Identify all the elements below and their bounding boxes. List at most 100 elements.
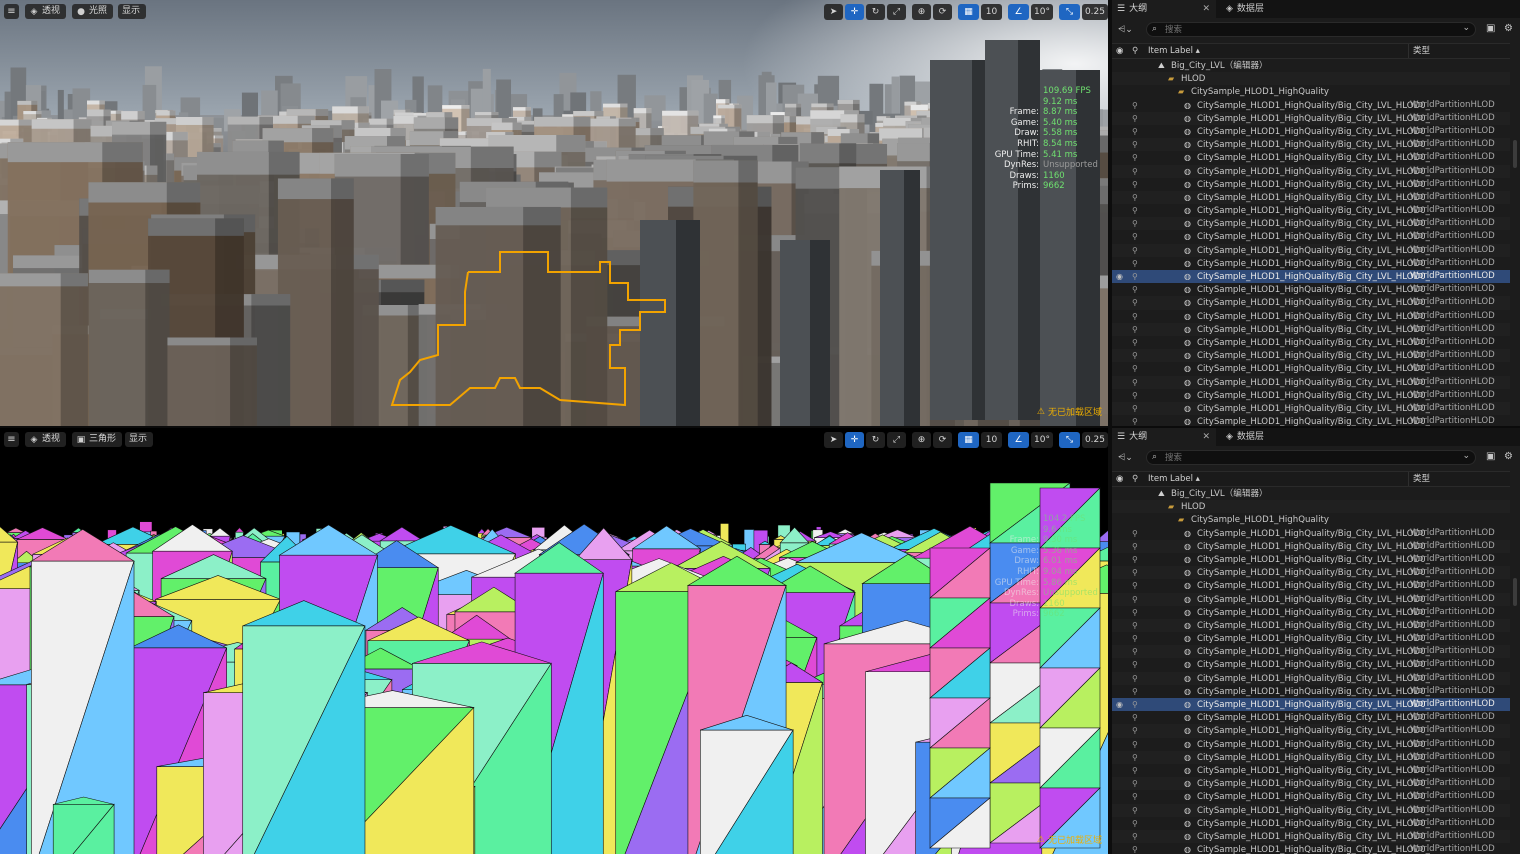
rotate-snap-toggle[interactable]: ∠ <box>1008 432 1029 448</box>
pin-icon[interactable]: ⚲ <box>1132 165 1138 178</box>
surface-snap-button[interactable]: ⟳ <box>933 4 952 20</box>
pin-icon[interactable]: ⚲ <box>1132 738 1138 751</box>
hlod-item-row[interactable]: ⚲ ◍ CitySample_HLOD1_HighQuality/Big_City_… <box>1112 283 1510 296</box>
hlod-item-row[interactable]: ⚲ ◍ CitySample_HLOD1_HighQuality/Big_City_… <box>1112 777 1510 791</box>
show-button[interactable]: 显示 <box>118 4 147 19</box>
search-input[interactable] <box>1165 451 1445 464</box>
pin-icon[interactable]: ⚲ <box>1132 540 1138 553</box>
grid-snap-value[interactable]: 10 <box>981 4 1002 20</box>
chevron-down-icon[interactable]: ⌄ <box>1462 23 1470 33</box>
eye-icon[interactable]: ◉ <box>1116 698 1123 711</box>
grid-snap-toggle[interactable]: ▦ <box>958 4 979 20</box>
pin-icon[interactable]: ⚲ <box>1132 257 1138 270</box>
hlod-item-row[interactable]: ⚲ ◍ CitySample_HLOD1_HighQuality/Big_City_… <box>1112 829 1510 844</box>
hlod-item-row[interactable]: ⚲ ◍ CitySample_HLOD1_HighQuality/Big_City_… <box>1112 592 1510 606</box>
hlod-item-row[interactable]: ⚲ ◍ CitySample_HLOD1_HighQuality/Big_City_… <box>1112 204 1510 217</box>
visibility-column-icon[interactable]: ◉ <box>1116 472 1123 486</box>
show-button[interactable]: 显示 <box>125 432 154 447</box>
tab-outliner[interactable]: ☰ 大纲 ✕ <box>1112 0 1216 18</box>
outliner-search[interactable]: ⌕ ⌄ <box>1146 22 1476 37</box>
pin-icon[interactable]: ⚲ <box>1132 125 1138 138</box>
tab-outliner[interactable]: ☰ 大纲 ✕ <box>1112 428 1216 446</box>
hlod-item-row[interactable]: ⚲ ◍ CitySample_HLOD1_HighQuality/Big_City_… <box>1112 322 1510 336</box>
pin-icon[interactable]: ⚲ <box>1132 777 1138 790</box>
hlod-item-row[interactable]: ⚲ ◍ CitySample_HLOD1_HighQuality/Big_City_… <box>1112 389 1510 402</box>
pin-icon[interactable]: ⚲ <box>1132 685 1138 698</box>
viewport-triangles[interactable]: ≡ ◈ 透视 ▣ 三角形 显示 ➤ ✛ ↻ ⤢ ⊕ ⟳ ▦ 10 ∠ 10° ⤡ 0… <box>0 428 1108 854</box>
perspective-button[interactable]: ◈ 透视 <box>25 432 67 447</box>
surface-snap-button[interactable]: ⟳ <box>933 432 952 448</box>
outliner-scrollbar[interactable] <box>1513 140 1517 168</box>
visibility-column-icon[interactable]: ◉ <box>1116 44 1123 58</box>
hlod-item-row[interactable]: ⚲ ◍ CitySample_HLOD1_HighQuality/Big_City_… <box>1112 217 1510 231</box>
pin-icon[interactable]: ⚲ <box>1132 191 1138 204</box>
pin-icon[interactable]: ⚲ <box>1132 336 1138 349</box>
eye-icon[interactable]: ◉ <box>1116 270 1123 283</box>
pin-icon[interactable]: ⚲ <box>1132 724 1138 737</box>
pin-icon[interactable]: ⚲ <box>1132 99 1138 112</box>
pin-icon[interactable]: ⚲ <box>1132 843 1138 854</box>
outliner-settings-button[interactable]: ⚙ <box>1504 23 1513 34</box>
pin-icon[interactable]: ⚲ <box>1132 283 1138 296</box>
hlod-item-row[interactable]: ⚲ ◍ CitySample_HLOD1_HighQuality/Big_City_… <box>1112 362 1510 375</box>
grid-snap-toggle[interactable]: ▦ <box>958 432 979 448</box>
hlod-item-row[interactable]: ⚲ ◍ CitySample_HLOD1_HighQuality/Big_City_… <box>1112 138 1510 152</box>
pin-icon[interactable]: ⚲ <box>1132 204 1138 217</box>
hlod-item-row[interactable]: ⚲ ◍ CitySample_HLOD1_HighQuality/Big_City_… <box>1112 579 1510 592</box>
type-column[interactable]: 类型 <box>1408 44 1430 58</box>
hlod-item-row[interactable]: ⚲ ◍ CitySample_HLOD1_HighQuality/Big_City_… <box>1112 553 1510 566</box>
hlod-item-row[interactable]: ⚲ ◍ CitySample_HLOD1_HighQuality/Big_City_… <box>1112 606 1510 619</box>
item-label-column[interactable]: Item Label ▴ <box>1148 472 1200 486</box>
tree-row-level[interactable]: ⛰ Big_City_LVL（编辑器） <box>1112 59 1510 72</box>
translate-tool-button[interactable]: ✛ <box>845 432 864 448</box>
close-icon[interactable]: ✕ <box>1202 428 1210 446</box>
hlod-item-row[interactable]: ⚲ ◍ CitySample_HLOD1_HighQuality/Big_City_… <box>1112 632 1510 645</box>
hlod-item-row[interactable]: ⚲ ◍ CitySample_HLOD1_HighQuality/Big_City_… <box>1112 257 1510 270</box>
hlod-item-row[interactable]: ⚲ ◍ CitySample_HLOD1_HighQuality/Big_City_… <box>1112 645 1510 659</box>
add-folder-button[interactable]: ▣ <box>1486 23 1495 34</box>
pin-icon[interactable]: ⚲ <box>1132 362 1138 375</box>
pin-column-icon[interactable]: ⚲ <box>1132 44 1138 58</box>
filter-button[interactable]: ⩤⌄ <box>1118 23 1138 37</box>
item-label-column[interactable]: Item Label ▴ <box>1148 44 1200 58</box>
hlod-item-row[interactable]: ⚲ ◍ CitySample_HLOD1_HighQuality/Big_City_… <box>1112 671 1510 685</box>
rotate-snap-value[interactable]: 10° <box>1031 432 1053 448</box>
viewport-menu-button[interactable]: ≡ <box>4 432 19 447</box>
viewport-menu-button[interactable]: ≡ <box>4 4 19 19</box>
hlod-item-row[interactable]: ⚲ ◍ CitySample_HLOD1_HighQuality/Big_City_… <box>1112 685 1510 698</box>
select-tool-button[interactable]: ➤ <box>824 4 843 20</box>
pin-icon[interactable]: ⚲ <box>1132 323 1138 336</box>
translate-tool-button[interactable]: ✛ <box>845 4 864 20</box>
scale-snap-toggle[interactable]: ⤡ <box>1058 4 1080 20</box>
pin-icon[interactable]: ⚲ <box>1132 593 1138 606</box>
hlod-item-row[interactable]: ⚲ ◍ CitySample_HLOD1_HighQuality/Big_City_… <box>1112 790 1510 803</box>
pin-icon[interactable]: ⚲ <box>1132 296 1138 309</box>
search-input[interactable] <box>1165 23 1445 36</box>
tab-data-layers[interactable]: ◈ 数据层 <box>1222 0 1264 18</box>
hlod-item-row[interactable]: ⚲ ◍ CitySample_HLOD1_HighQuality/Big_City_… <box>1112 738 1510 751</box>
pin-icon[interactable]: ⚲ <box>1132 566 1138 579</box>
scale-tool-button[interactable]: ⤢ <box>887 432 906 448</box>
hlod-item-row[interactable]: ⚲ ◍ CitySample_HLOD1_HighQuality/Big_City_… <box>1112 375 1510 389</box>
hlod-item-row[interactable]: ⚲ ◍ CitySample_HLOD1_HighQuality/Big_City_… <box>1112 566 1510 580</box>
hlod-item-row[interactable]: ⚲ ◍ CitySample_HLOD1_HighQuality/Big_City_… <box>1112 164 1510 178</box>
tree-row-hlod-folder[interactable]: ▰ HLOD <box>1112 500 1510 514</box>
pin-icon[interactable]: ⚲ <box>1132 270 1138 283</box>
tree-row-hlod-folder[interactable]: ▰ HLOD <box>1112 72 1510 86</box>
view-mode-triangles-button[interactable]: ▣ 三角形 <box>72 432 123 447</box>
hlod-item-row[interactable]: ⚲ ◍ CitySample_HLOD1_HighQuality/Big_City_… <box>1112 125 1510 138</box>
rotate-tool-button[interactable]: ↻ <box>866 432 885 448</box>
hlod-item-row[interactable]: ⚲ ◍ CitySample_HLOD1_HighQuality/Big_City_… <box>1112 658 1510 671</box>
pin-icon[interactable]: ⚲ <box>1132 112 1138 125</box>
hlod-item-row[interactable]: ⚲ ◍ CitySample_HLOD1_HighQuality/Big_City_… <box>1112 296 1510 310</box>
pin-icon[interactable]: ⚲ <box>1132 764 1138 777</box>
hlod-item-row[interactable]: ⚲ ◍ CitySample_HLOD1_HighQuality/Big_City_… <box>1112 764 1510 777</box>
scale-snap-value[interactable]: 0.25 <box>1081 432 1108 448</box>
grid-snap-value[interactable]: 10 <box>981 432 1002 448</box>
pin-icon[interactable]: ⚲ <box>1132 751 1138 764</box>
select-tool-button[interactable]: ➤ <box>824 432 843 448</box>
pin-icon[interactable]: ⚲ <box>1132 711 1138 724</box>
hlod-item-row[interactable]: ⚲ ◍ CitySample_HLOD1_HighQuality/Big_City_… <box>1112 336 1510 349</box>
pin-icon[interactable]: ⚲ <box>1132 672 1138 685</box>
hlod-item-row[interactable]: ⚲ ◍ CitySample_HLOD1_HighQuality/Big_City_… <box>1112 401 1510 416</box>
